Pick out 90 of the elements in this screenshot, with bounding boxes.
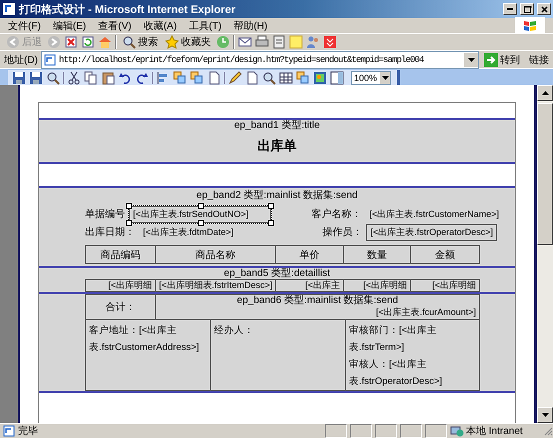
status-pane [350, 424, 372, 438]
column-header: 单价 [276, 246, 344, 264]
page-icon [44, 54, 56, 66]
menu-item[interactable]: 工具(T) [184, 18, 230, 32]
maximize-icon [522, 4, 532, 14]
favorites-button[interactable]: 收藏夹 [163, 35, 213, 49]
close-icon [540, 4, 548, 14]
window-title: 打印格式设计 - Microsoft Internet Explorer [19, 2, 236, 16]
stacked-squares-icon[interactable] [173, 70, 187, 84]
scroll-thumb[interactable] [537, 103, 553, 245]
caret-icon [468, 58, 474, 62]
column-header: 数量 [344, 246, 410, 264]
picture-icon[interactable] [313, 70, 327, 84]
cell-text: 经办人： [214, 324, 255, 338]
table-cell-text: [<出库主表.fcurAmount>] [374, 306, 476, 319]
table-cell: [<出库明细表.fstrItemDesc>] [156, 280, 276, 292]
menu-item[interactable]: 编辑(E) [48, 18, 94, 32]
zoom-dropdown[interactable]: 100% [351, 70, 392, 84]
magnifier-icon[interactable] [262, 70, 276, 84]
menu-item[interactable]: 帮助(H) [230, 18, 276, 32]
minimize-icon [507, 8, 513, 10]
cell-text: 审核部门：[<出库主表.fstrTerm>] [349, 324, 438, 355]
star-icon [165, 35, 179, 49]
column-header: 商品编码 [86, 246, 156, 264]
report-title: 出库单 [256, 137, 298, 155]
undo-arrow-icon[interactable] [118, 70, 132, 84]
menu-item[interactable]: 文件(F) [4, 18, 49, 32]
window-panel-icon[interactable] [330, 70, 344, 84]
field-label: 操作员： [322, 226, 362, 239]
field-label: 客户名称： [311, 208, 362, 221]
status-pane [375, 424, 397, 438]
field-label: 出库日期： [85, 226, 135, 239]
align-left-icon[interactable] [156, 70, 170, 84]
close-button[interactable] [537, 3, 551, 15]
up-arrow-icon[interactable] [542, 91, 548, 95]
dropdown-button[interactable] [464, 52, 478, 66]
stacked-squares-icon[interactable] [296, 70, 310, 84]
refresh-icon[interactable] [81, 35, 95, 49]
down-arrow-icon[interactable] [542, 413, 548, 417]
envelope-icon[interactable] [238, 35, 252, 49]
redo-arrow-icon[interactable] [135, 70, 149, 84]
magnifier-icon[interactable] [46, 70, 60, 84]
copy-icon[interactable] [84, 70, 98, 84]
table-cell: [<出库明细 [86, 280, 156, 292]
band-label: ep_band5 类型:detaillist [222, 268, 332, 279]
status-pane [425, 424, 447, 438]
go-button[interactable]: 转到 [482, 52, 526, 66]
scissors-icon[interactable] [67, 70, 81, 84]
resize-grip-icon [543, 426, 553, 436]
edit-page-icon[interactable] [272, 35, 286, 49]
cell-text: 审核人：[<出库主表.fstrOperatorDesc>] [349, 358, 444, 389]
band-label: ep_band1 类型:title [233, 120, 321, 131]
maximize-button[interactable] [520, 3, 534, 15]
column-header: 商品名称 [156, 246, 276, 264]
vertical-scrollbar[interactable] [537, 85, 553, 423]
menu-item[interactable]: 查看(V) [94, 18, 140, 32]
zoom-value: 100% [354, 72, 378, 82]
status-pane [325, 424, 347, 438]
stop-icon[interactable] [64, 35, 78, 49]
table-cell: [<出库明细 [344, 280, 410, 292]
stacked-squares-icon[interactable] [190, 70, 204, 84]
links-button[interactable]: 链接 [529, 52, 549, 66]
zone-text: 本地 Intranet [466, 424, 523, 438]
address-label: 地址(D) [4, 54, 38, 66]
status-text: 完毕 [18, 424, 39, 438]
minimize-button[interactable] [503, 3, 517, 15]
cell-text: 客户地址：[<出库主表.fstrCustomerAddress>] [89, 324, 200, 355]
table-cell: [<出库主 [276, 280, 344, 292]
text-field[interactable]: [<出库主表.fstrCustomerName>] [365, 206, 503, 222]
printer-icon[interactable] [255, 35, 269, 49]
flag-logo-icon [523, 19, 537, 32]
status-pane [400, 424, 422, 438]
magnifier-icon [122, 35, 136, 49]
table-icon[interactable] [279, 70, 293, 84]
address-field[interactable]: http://localhost/eprint/fceform/eprint/design.htm?typeid=sendout&tempid=sample004 [40, 50, 479, 68]
search-button[interactable]: 搜索 [120, 35, 160, 49]
caret-icon [382, 76, 389, 80]
menu-item[interactable]: 收藏(A) [139, 18, 185, 32]
band-label: ep_band6 类型:mainlist 数据集:send [236, 295, 400, 306]
column-header: 金额 [410, 246, 480, 264]
text-field[interactable]: [<出库主表.fdtmDate>] [139, 224, 238, 240]
browser-logo-icon [2, 2, 16, 16]
band-label: ep_band2 类型:mainlist 数据集:send [195, 190, 359, 201]
field-label: 单据编号 [85, 208, 125, 221]
table-cell: 合计： [86, 294, 156, 320]
double-chevron-icon[interactable] [323, 35, 337, 49]
table-cell: [<出库明细 [410, 280, 480, 292]
url-text: http://localhost/eprint/fceform/eprint/design.htm?typeid=sendout&tempid=sample004 [58, 54, 425, 64]
text-field[interactable]: [<出库主表.fstrOperatorDesc>] [366, 224, 497, 240]
clipboard-icon[interactable] [101, 70, 115, 84]
